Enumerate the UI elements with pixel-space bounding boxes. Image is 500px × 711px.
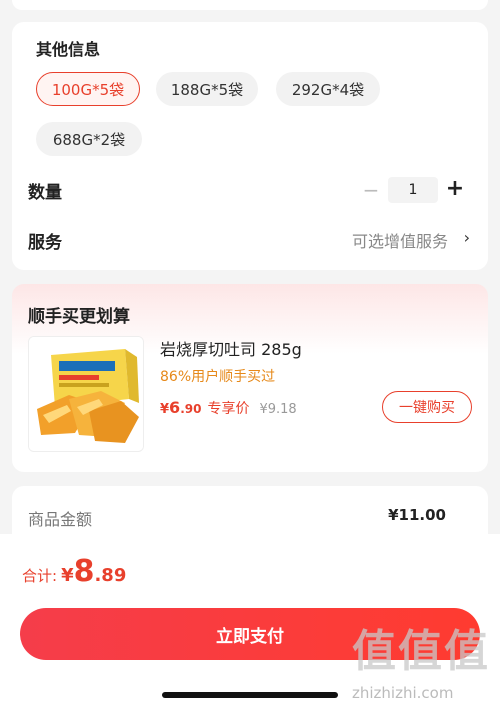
exclusive-price-label: 专享价 [207,401,250,417]
home-indicator[interactable] [162,692,338,698]
bundle-purchase-stat: 86%用户顺手买过 [160,369,276,385]
price-currency: ¥ [160,402,170,417]
option-chip-292g[interactable]: 292G*4袋 [276,72,380,106]
bundle-card: 顺手买更划算 岩烧厚切吐司 285g 86%用户顺手买过 ¥ 6 .90 专享价… [12,284,488,472]
option-label: 100G*5袋 [51,80,125,99]
toast-box-image [29,337,143,451]
subtotal-value: ¥11.00 [388,506,446,524]
quantity-decrement-button[interactable]: − [362,178,380,202]
total-decimal: .89 [94,565,127,586]
original-price: ¥9.18 [259,402,297,417]
watermark-url: zhizhizhi.com [352,684,454,702]
product-thumbnail[interactable] [28,336,144,452]
option-label: 292G*4袋 [291,80,365,99]
bundle-price: ¥ 6 .90 专享价 ¥9.18 [160,398,297,418]
total-currency: ¥ [61,565,74,586]
buy-button-label: 一键购买 [399,400,455,416]
pay-button-label: 立即支付 [216,626,284,647]
previous-card-edge [12,0,488,10]
total-amount: 合计: ¥ 8 .89 [22,554,126,589]
option-label: 688G*2袋 [52,130,126,149]
total-integer: 8 [73,554,95,589]
service-option-text[interactable]: 可选增值服务 [352,228,448,252]
bundle-product-name[interactable]: 岩烧厚切吐司 285g [160,336,302,360]
bundle-title: 顺手买更划算 [28,307,130,327]
quantity-label: 数量 [28,183,62,203]
option-label: 188G*5袋 [170,80,244,99]
spec-title: 其他信息 [36,40,101,59]
service-label: 服务 [28,233,62,253]
quantity-input[interactable]: 1 [388,177,438,203]
chevron-right-icon[interactable]: › [464,228,470,247]
one-click-buy-button[interactable]: 一键购买 [382,391,472,423]
total-label: 合计: [22,567,58,585]
option-chip-100g[interactable]: 100G*5袋 [36,72,140,106]
option-chip-188g[interactable]: 188G*5袋 [156,72,258,106]
price-decimal: .90 [180,402,202,416]
subtotal-label: 商品金额 [28,510,93,529]
quantity-increment-button[interactable]: + [444,176,466,202]
spec-card: 其他信息 100G*5袋 188G*5袋 292G*4袋 688G*2袋 数量 … [12,22,488,270]
price-integer: 6 [169,398,181,417]
watermark-logo: 值值值 [352,626,490,677]
option-chip-688g[interactable]: 688G*2袋 [36,122,142,156]
